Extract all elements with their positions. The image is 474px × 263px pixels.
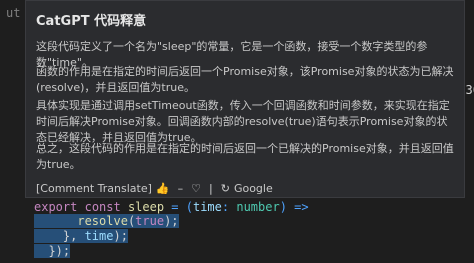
code-line[interactable]: }); xyxy=(34,244,71,258)
explanation-paragraph: 总之，这段代码的作用是在指定的时间后返回一个已解决的Promise对象，并且返回… xyxy=(36,142,454,171)
explanation-paragraph: 具体实现是通过调用setTimeout函数，传入一个回调函数和时间参数，来实现在… xyxy=(36,99,450,144)
refresh-icon[interactable]: ↻ xyxy=(221,182,230,195)
code-line[interactable]: }, time); xyxy=(34,229,128,243)
popup-actions: [Comment Translate] 👍 – ♡ | ↻ Google xyxy=(36,182,273,195)
popup-title: CatGPT 代码释意 xyxy=(36,14,147,29)
code-top-snippet: ut xyxy=(6,6,21,20)
separator-icon: | xyxy=(209,182,213,195)
thumbs-up-icon[interactable]: 👍 xyxy=(156,182,170,195)
heart-icon[interactable]: ♡ xyxy=(191,182,201,195)
comment-translate-link[interactable]: [Comment Translate] xyxy=(36,182,152,195)
code-line[interactable]: export const sleep = (time: number) => xyxy=(34,200,309,214)
explanation-paragraph: 函数的作用是在指定的时间后返回一个Promise对象，该Promise对象的状态… xyxy=(36,65,454,94)
code-line[interactable]: resolve(true); xyxy=(34,214,179,228)
explanation-popup: CatGPT 代码释意 这段代码定义了一个名为"sleep"的常量，它是一个函数… xyxy=(25,0,465,198)
separator-icon: – xyxy=(177,182,184,195)
google-link[interactable]: Google xyxy=(234,182,273,195)
